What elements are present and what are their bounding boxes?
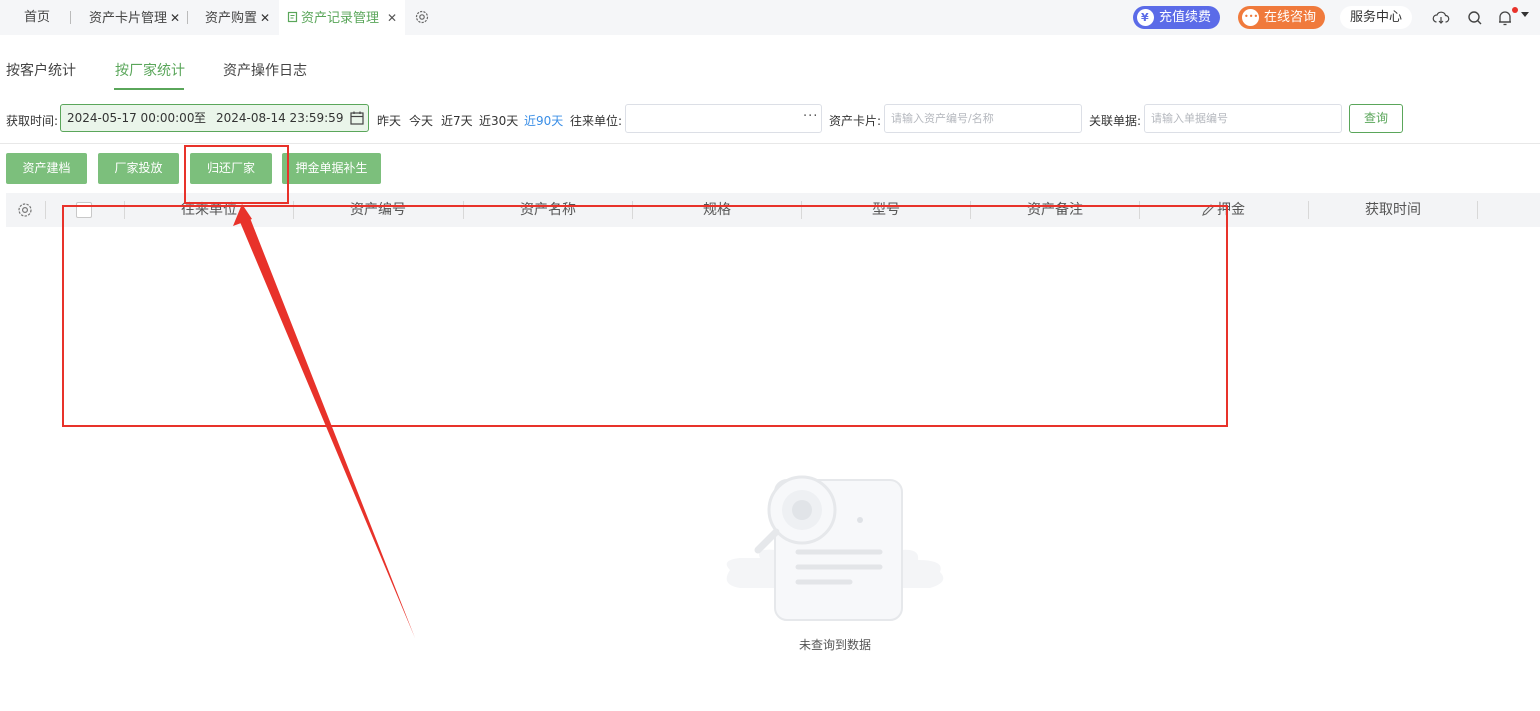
tab-asset-record-management[interactable]: 资产记录管理 ✕ bbox=[279, 0, 406, 35]
renew-button[interactable]: 充值续费 bbox=[1133, 6, 1221, 29]
asset-card-input[interactable]: 请输入资产编号/名称 bbox=[884, 104, 1082, 133]
empty-data-text: 未查询到数据 bbox=[798, 638, 871, 652]
partner-input[interactable] bbox=[625, 104, 822, 133]
search-icon[interactable] bbox=[1466, 9, 1484, 27]
quick-today[interactable]: 今天 bbox=[409, 112, 433, 129]
column-separator bbox=[45, 201, 46, 219]
more-options-icon[interactable]: ··· bbox=[803, 109, 818, 124]
quick-last-30-days[interactable]: 近30天 bbox=[479, 112, 518, 129]
annotation-box-button bbox=[184, 145, 289, 204]
tab-home[interactable]: 首页 bbox=[24, 0, 50, 35]
chevron-down-icon[interactable] bbox=[1521, 12, 1529, 17]
column-separator bbox=[1477, 201, 1478, 219]
cloud-download-icon[interactable] bbox=[1432, 9, 1450, 27]
tab-separator bbox=[187, 11, 188, 24]
asset-archive-button[interactable]: 资产建档 bbox=[6, 153, 87, 184]
query-button[interactable]: 查询 bbox=[1349, 104, 1403, 133]
close-icon[interactable]: ✕ bbox=[387, 11, 397, 25]
date-end: 2024-08-14 23:59:59 bbox=[216, 111, 344, 125]
service-center-button[interactable]: 服务中心 bbox=[1340, 6, 1413, 29]
partner-label: 往来单位: bbox=[570, 114, 623, 128]
active-subtab-indicator bbox=[114, 88, 184, 90]
subtab-asset-operation-log[interactable]: 资产操作日志 bbox=[223, 60, 307, 80]
quick-yesterday[interactable]: 昨天 bbox=[377, 112, 401, 129]
subtab-by-manufacturer[interactable]: 按厂家统计 bbox=[115, 60, 185, 80]
related-bill-input[interactable]: 请输入单据编号 bbox=[1144, 104, 1342, 133]
gear-icon[interactable] bbox=[16, 201, 34, 219]
subtab-by-customer[interactable]: 按客户统计 bbox=[6, 60, 76, 80]
close-icon[interactable]: ✕ bbox=[260, 11, 270, 25]
close-icon[interactable]: ✕ bbox=[170, 11, 180, 25]
annotation-box-table bbox=[62, 205, 1228, 427]
document-edit-icon bbox=[287, 11, 298, 23]
date-start: 2024-05-17 00:00:00 bbox=[67, 111, 195, 125]
date-range-separator: 至 bbox=[194, 111, 207, 125]
tab-asset-purchase[interactable]: 资产购置 ✕ bbox=[205, 0, 270, 35]
bell-icon[interactable] bbox=[1496, 9, 1514, 27]
chat-icon bbox=[1242, 5, 1259, 28]
deposit-bill-generate-button[interactable]: 押金单据补生 bbox=[282, 153, 381, 184]
empty-data-illustration bbox=[726, 475, 944, 621]
gear-icon[interactable] bbox=[414, 9, 430, 25]
tab-asset-card-management[interactable]: 资产卡片管理 ✕ bbox=[89, 0, 180, 35]
date-range-picker[interactable]: 2024-05-17 00:00:00 至 2024-08-14 23:59:5… bbox=[60, 104, 369, 132]
related-bill-label: 关联单据: bbox=[1089, 114, 1142, 128]
acquire-time-label: 获取时间: bbox=[6, 114, 59, 128]
notification-badge bbox=[1512, 7, 1518, 13]
coin-icon bbox=[1137, 6, 1154, 29]
calendar-icon[interactable] bbox=[349, 110, 365, 126]
online-consult-button[interactable]: 在线咨询 bbox=[1238, 5, 1326, 29]
asset-card-label: 资产卡片: bbox=[829, 114, 882, 128]
quick-last-7-days[interactable]: 近7天 bbox=[441, 112, 473, 129]
manufacturer-deploy-button[interactable]: 厂家投放 bbox=[98, 153, 179, 184]
column-header-acquire-time[interactable]: 获取时间 bbox=[1308, 193, 1478, 227]
tab-separator bbox=[70, 11, 71, 24]
quick-last-90-days[interactable]: 近90天 bbox=[524, 112, 563, 129]
divider bbox=[0, 143, 1540, 144]
